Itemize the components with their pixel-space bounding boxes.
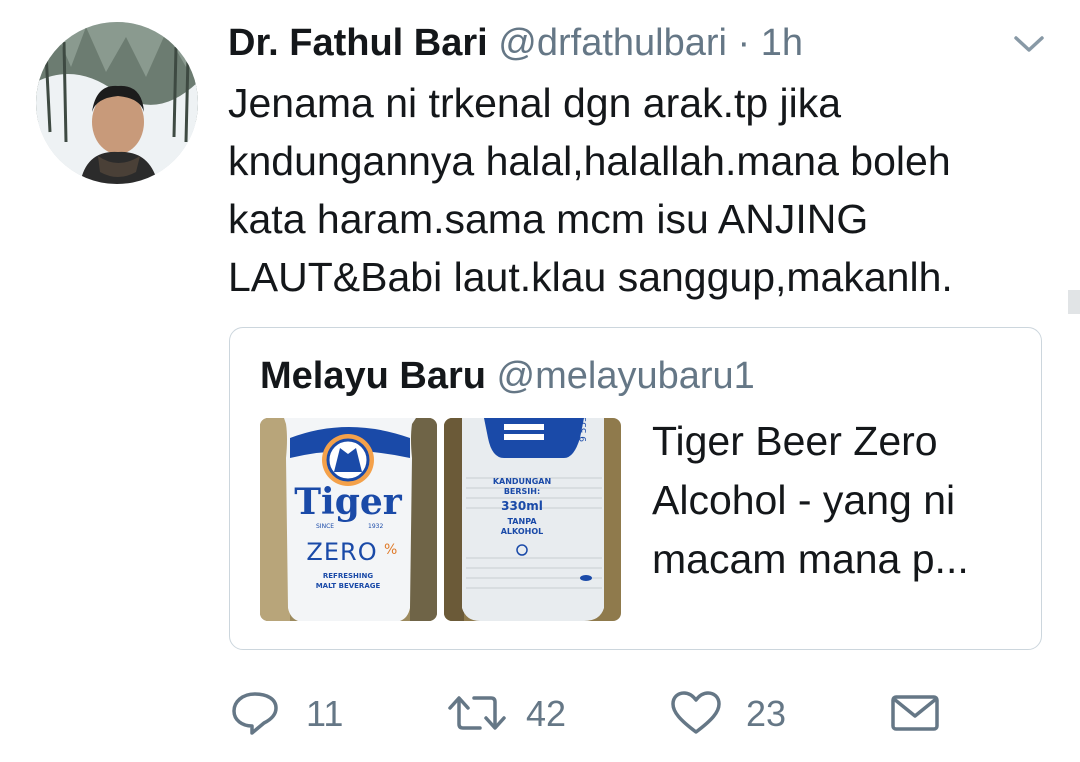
reply-count: 11 xyxy=(306,693,344,734)
svg-text:%: % xyxy=(384,542,397,558)
tweet-text-line: LAUT&Babi laut.klau sanggup,makanlh. xyxy=(228,254,953,300)
retweet-button[interactable]: 42 xyxy=(446,680,586,746)
svg-text:MALT BEVERAGE: MALT BEVERAGE xyxy=(316,582,381,590)
svg-text:1932: 1932 xyxy=(368,523,383,530)
svg-text:9 555: 9 555 xyxy=(579,418,589,442)
svg-text:TANPA: TANPA xyxy=(507,517,537,526)
avatar[interactable] xyxy=(36,22,198,184)
author-name[interactable]: Dr. Fathul Bari xyxy=(228,22,488,64)
header-separator: · xyxy=(737,22,751,64)
svg-text:SINCE: SINCE xyxy=(316,523,334,530)
svg-text:330ml: 330ml xyxy=(501,499,543,513)
tweet-timestamp[interactable]: 1h xyxy=(761,22,803,64)
quote-image-can-back[interactable]: 9 555 KANDUNGAN BERSIH: 330ml TANPA ALKO… xyxy=(444,418,621,621)
svg-text:REFRESHING: REFRESHING xyxy=(323,572,373,580)
like-count: 23 xyxy=(746,693,787,734)
quote-text: Tiger Beer Zero Alcohol - yang ni macam … xyxy=(652,412,1022,589)
scrollbar[interactable] xyxy=(1068,290,1080,314)
reply-icon xyxy=(232,692,278,735)
quote-author-name: Melayu Baru xyxy=(260,355,486,397)
quote-text-line: Alcohol - yang ni xyxy=(652,477,956,523)
svg-text:ZERO: ZERO xyxy=(306,538,377,566)
svg-text:KANDUNGAN: KANDUNGAN xyxy=(493,477,551,486)
tweet-text: Jenama ni trkenal dgn arak.tp jika kndun… xyxy=(228,74,1058,306)
quote-text-line: macam mana p... xyxy=(652,536,969,582)
quote-text-line: Tiger Beer Zero xyxy=(652,418,938,464)
quote-image-can-front[interactable]: Tiger SINCE 1932 ZERO % REFRESHING MALT … xyxy=(260,418,437,621)
direct-message-button[interactable] xyxy=(890,680,946,746)
svg-text:Tiger: Tiger xyxy=(294,481,403,523)
tweet-text-line: Jenama ni trkenal dgn arak.tp jika xyxy=(228,80,842,126)
tweet-text-line: kata haram.sama mcm isu ANJING xyxy=(228,196,869,242)
chevron-down-icon[interactable] xyxy=(1012,32,1046,56)
tweet-header: Dr. Fathul Bari @drfathulbari · 1h xyxy=(228,18,803,68)
quote-header: Melayu Baru @melayubaru1 xyxy=(260,352,755,400)
retweet-count: 42 xyxy=(526,693,567,734)
action-bar: 11 42 23 xyxy=(0,680,1080,750)
svg-text:ALKOHOL: ALKOHOL xyxy=(501,527,544,536)
retweet-icon xyxy=(448,696,506,730)
message-icon xyxy=(891,695,939,731)
like-button[interactable]: 23 xyxy=(670,680,810,746)
quote-author-handle: @melayubaru1 xyxy=(496,355,755,397)
reply-button[interactable]: 11 xyxy=(228,680,368,746)
like-icon xyxy=(671,691,721,734)
tweet-text-line: kndungannya halal,halallah.mana boleh xyxy=(228,138,951,184)
quoted-tweet-card[interactable]: Melayu Baru @melayubaru1 Tiger SINCE 193… xyxy=(229,327,1042,650)
avatar-photo xyxy=(36,22,198,184)
author-handle[interactable]: @drfathulbari xyxy=(498,22,727,64)
svg-text:BERSIH:: BERSIH: xyxy=(504,487,540,496)
